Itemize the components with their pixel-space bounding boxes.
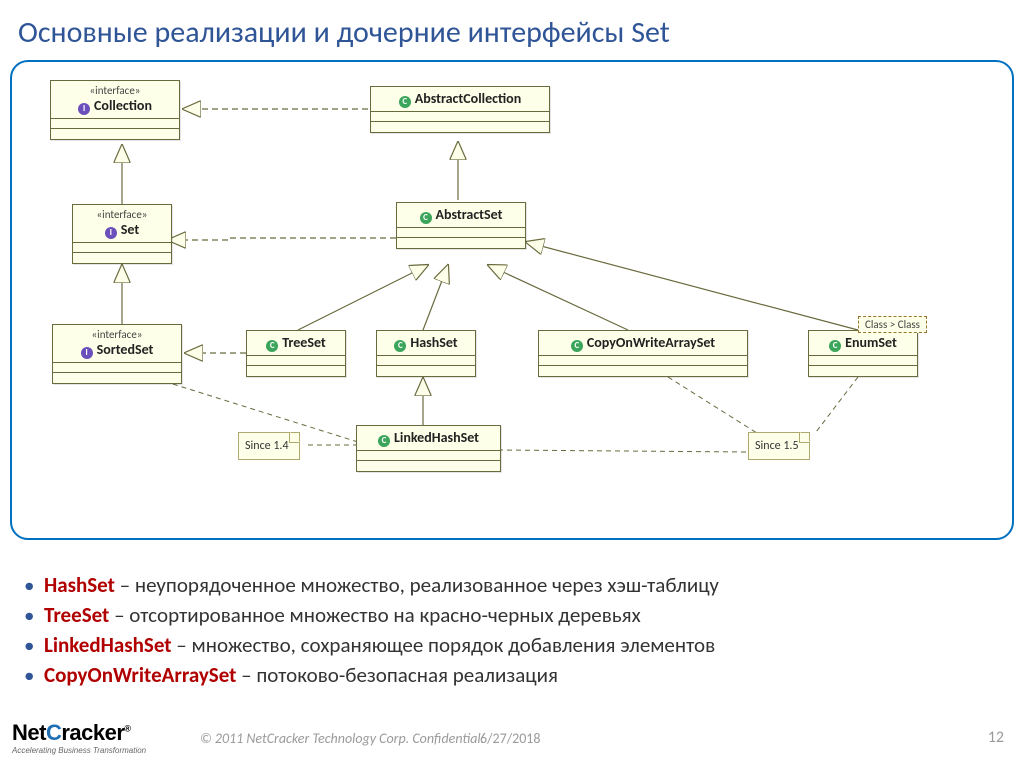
registered-icon: ® <box>124 724 130 734</box>
uml-treeset: C TreeSet <box>246 330 346 377</box>
class-icon: C <box>394 340 406 352</box>
copyright: © 2011 NetCracker Technology Corp. Confi… <box>200 730 484 747</box>
stereotype: «interface» <box>57 84 173 97</box>
connectors: Collection (generalization) --> Set --> … <box>28 70 998 540</box>
bullet-term: LinkedHashSet <box>44 632 172 658</box>
bullet-item: LinkedHashSet – множество, сохраняющее п… <box>24 632 984 658</box>
uml-copyonwritearrayset: C CopyOnWriteArraySet <box>538 330 748 377</box>
class-icon: C <box>266 340 278 352</box>
uml-enumset: C EnumSet <box>808 330 918 377</box>
logo: NetCracker® Accelerating Business Transf… <box>12 720 146 755</box>
bullet-list: HashSet – неупорядоченное множество, реа… <box>24 568 984 692</box>
uml-collection: «interface» I Collection <box>50 80 180 140</box>
uml-diagram: Collection (generalization) --> Set --> … <box>28 70 998 540</box>
class-name: Collection <box>94 97 152 114</box>
uml-hashset: C HashSet <box>376 330 476 377</box>
class-icon: C <box>378 435 390 447</box>
class-name: SortedSet <box>97 341 154 358</box>
interface-icon: I <box>105 227 117 239</box>
brand: NetCracker® <box>12 720 146 746</box>
brand-pre: Net <box>12 720 46 745</box>
bullet-item: HashSet – неупорядоченное множество, реа… <box>24 572 984 598</box>
class-name: CopyOnWriteArraySet <box>587 334 715 351</box>
class-icon: C <box>399 96 411 108</box>
class-name: AbstractSet <box>436 206 503 223</box>
footer: NetCracker® Accelerating Business Transf… <box>0 709 1024 759</box>
typeparam-text: Class > Class <box>865 318 920 331</box>
class-name: EnumSet <box>845 334 897 351</box>
uml-sortedset: «interface» I SortedSet <box>52 324 182 384</box>
uml-abstractcollection: C AbstractCollection <box>370 86 550 133</box>
bullet-term: TreeSet <box>44 602 109 628</box>
uml-linkedhashset: C LinkedHashSet <box>356 425 501 472</box>
class-icon: C <box>571 340 583 352</box>
stereotype: «interface» <box>79 208 165 221</box>
enumset-typeparam: Class > Class <box>858 316 927 333</box>
class-icon: C <box>829 340 841 352</box>
brand-post: racker <box>61 720 124 745</box>
bullet-desc: – потоково-безопасная реализация <box>236 662 558 688</box>
uml-set: «interface» I Set <box>72 204 172 264</box>
slide-date: 6/27/2018 <box>480 730 540 747</box>
bullet-desc: – отсортированное множество на красно-че… <box>109 602 640 628</box>
uml-abstractset: C AbstractSet <box>396 202 526 249</box>
class-name: HashSet <box>410 334 457 351</box>
brand-c: C <box>46 720 61 745</box>
interface-icon: I <box>78 103 90 115</box>
tagline: Accelerating Business Transformation <box>12 746 146 755</box>
note-since-1-4: Since 1.4 <box>238 432 300 460</box>
class-name: LinkedHashSet <box>394 429 479 446</box>
stereotype: «interface» <box>59 328 175 341</box>
class-name: TreeSet <box>282 334 326 351</box>
bullet-term: HashSet <box>44 572 115 598</box>
bullet-desc: – множество, сохраняющее порядок добавле… <box>172 632 716 658</box>
bullet-desc: – неупорядоченное множество, реализованн… <box>115 572 719 598</box>
interface-icon: I <box>81 347 93 359</box>
class-name: Set <box>121 221 139 238</box>
class-icon: C <box>420 212 432 224</box>
slide: Основные реализации и дочерние интерфейс… <box>0 0 1024 767</box>
bullet-item: TreeSet – отсортированное множество на к… <box>24 602 984 628</box>
bullet-item: CopyOnWriteArraySet – потоково-безопасна… <box>24 662 984 688</box>
class-name: AbstractCollection <box>415 90 521 107</box>
note-since-1-5: Since 1.5 <box>748 432 810 460</box>
page-number: 12 <box>988 728 1004 747</box>
bullet-term: CopyOnWriteArraySet <box>44 662 236 688</box>
slide-title: Основные реализации и дочерние интерфейс… <box>18 14 670 51</box>
